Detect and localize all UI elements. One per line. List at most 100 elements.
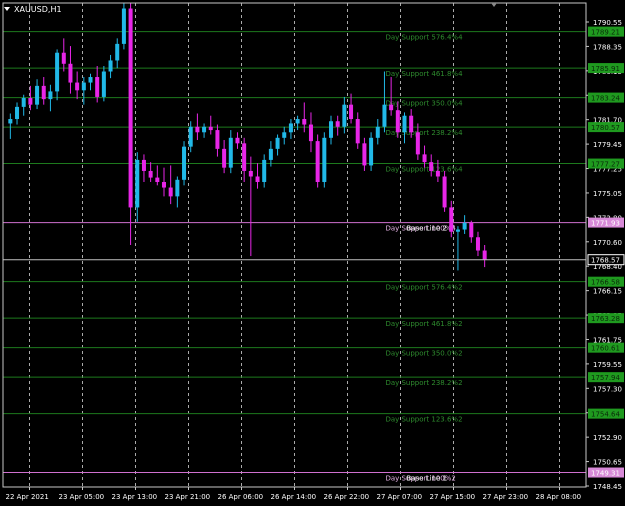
price-tick-label: 1766.15 [593,288,622,296]
bear-candle[interactable] [208,126,213,131]
bull-candle[interactable] [188,126,193,147]
bull-candle[interactable] [121,8,126,44]
bear-candle[interactable] [409,115,414,133]
bull-candle[interactable] [322,137,327,183]
time-tick-label: 23 Apr 05:00 [59,493,105,501]
support-level-label: Day Support 461.8%2 [385,320,462,328]
bear-candle[interactable] [349,104,354,120]
bull-candle[interactable] [342,104,347,127]
bull-candle[interactable] [268,148,273,160]
bear-candle[interactable] [308,124,313,142]
bear-candle[interactable] [248,170,253,177]
bear-candle[interactable] [155,177,160,183]
bear-candle[interactable] [68,63,73,83]
level-price-label: 1757.94 [591,374,620,382]
bull-candle[interactable] [21,98,26,107]
level-price-label: 1789.21 [591,29,620,37]
bull-candle[interactable] [402,115,407,133]
time-tick-label: 27 Apr 15:00 [430,493,476,501]
bear-candle[interactable] [429,162,434,171]
current-price-label: 1768.57 [591,257,620,265]
bull-candle[interactable] [329,121,334,138]
bull-candle[interactable] [288,123,293,133]
bull-candle[interactable] [88,77,93,83]
bull-candle[interactable] [455,229,460,232]
bear-candle[interactable] [41,85,46,100]
support-level-label: Day Support 350.0%2 [385,350,462,358]
bull-candle[interactable] [202,126,207,133]
bear-candle[interactable] [128,8,133,208]
bull-candle[interactable] [81,82,86,91]
bear-candle[interactable] [315,141,320,183]
bear-candle[interactable] [168,187,173,197]
bear-candle[interactable] [389,104,394,111]
bull-candle[interactable] [15,106,20,120]
bear-candle[interactable] [242,143,247,171]
bear-candle[interactable] [222,148,227,168]
time-tick-label: 26 Apr 14:00 [271,493,317,501]
support-level-label: Day Support 123.6%2 [385,416,462,424]
bear-candle[interactable] [302,119,307,125]
bear-candle[interactable] [148,170,153,178]
bull-candle[interactable] [228,137,233,168]
bull-candle[interactable] [108,60,113,72]
bull-candle[interactable] [182,146,187,180]
bear-candle[interactable] [61,52,66,64]
bear-candle[interactable] [235,137,240,144]
time-tick-label: 23 Apr 21:00 [165,493,211,501]
bear-candle[interactable] [161,182,166,188]
price-tick-label: 1759.55 [593,361,622,369]
bull-candle[interactable] [275,137,280,149]
support-level-label: Day Support 576.4%4 [385,34,463,42]
bull-candle[interactable] [135,159,140,208]
time-tick-label: 27 Apr 23:00 [483,493,529,501]
bear-candle[interactable] [395,110,400,133]
bear-candle[interactable] [442,176,447,208]
bear-candle[interactable] [141,159,146,171]
base-line-name: Base Line 2 [406,225,447,233]
bull-candle[interactable] [101,71,106,97]
level-price-label: 1783.24 [591,95,620,103]
bull-candle[interactable] [375,126,380,138]
price-tick-label: 1750.65 [593,459,622,467]
bull-candle[interactable] [175,179,180,197]
bear-candle[interactable] [335,121,340,127]
bear-candle[interactable] [75,82,80,91]
bear-candle[interactable] [28,98,33,105]
chart-window[interactable]: Day Support 576.4%4 Day Support 461.8%4 Da… [0,0,625,506]
bull-candle[interactable] [115,43,120,61]
bull-candle[interactable] [262,159,267,183]
bull-candle[interactable] [55,52,60,92]
price-chart[interactable]: Day Support 576.4%4 Day Support 461.8%4 Da… [0,0,625,506]
bear-candle[interactable] [355,119,360,144]
bear-candle[interactable] [95,77,100,97]
bear-candle[interactable] [415,132,420,155]
bull-candle[interactable] [382,104,387,127]
bear-candle[interactable] [215,130,220,149]
bull-candle[interactable] [369,137,374,166]
bear-candle[interactable] [362,143,367,166]
bear-candle[interactable] [469,222,474,238]
bull-candle[interactable] [35,85,40,105]
bull-candle[interactable] [295,119,300,124]
bull-candle[interactable] [282,132,287,138]
chart-background [0,0,625,506]
bear-candle[interactable] [482,250,487,260]
bear-candle[interactable] [435,170,440,177]
bear-candle[interactable] [195,126,200,133]
bear-candle[interactable] [475,237,480,251]
level-price-label: 1780.57 [591,124,620,132]
base-line-name: Base Line 1 [406,475,447,483]
bear-candle[interactable] [255,176,260,183]
level-price-label: 1760.61 [591,345,620,353]
support-level-label: Day Support 350.0%4 [385,100,463,108]
bear-candle[interactable] [422,154,427,163]
bull-candle[interactable] [8,119,13,124]
bull-candle[interactable] [462,222,467,230]
price-tick-label: 1788.35 [593,43,622,51]
bull-candle[interactable] [48,91,53,100]
bear-candle[interactable] [449,207,454,232]
time-tick-label: 27 Apr 07:00 [377,493,423,501]
price-tick-label: 1790.55 [593,19,622,27]
time-tick-label: 22 Apr 2021 [6,493,49,501]
